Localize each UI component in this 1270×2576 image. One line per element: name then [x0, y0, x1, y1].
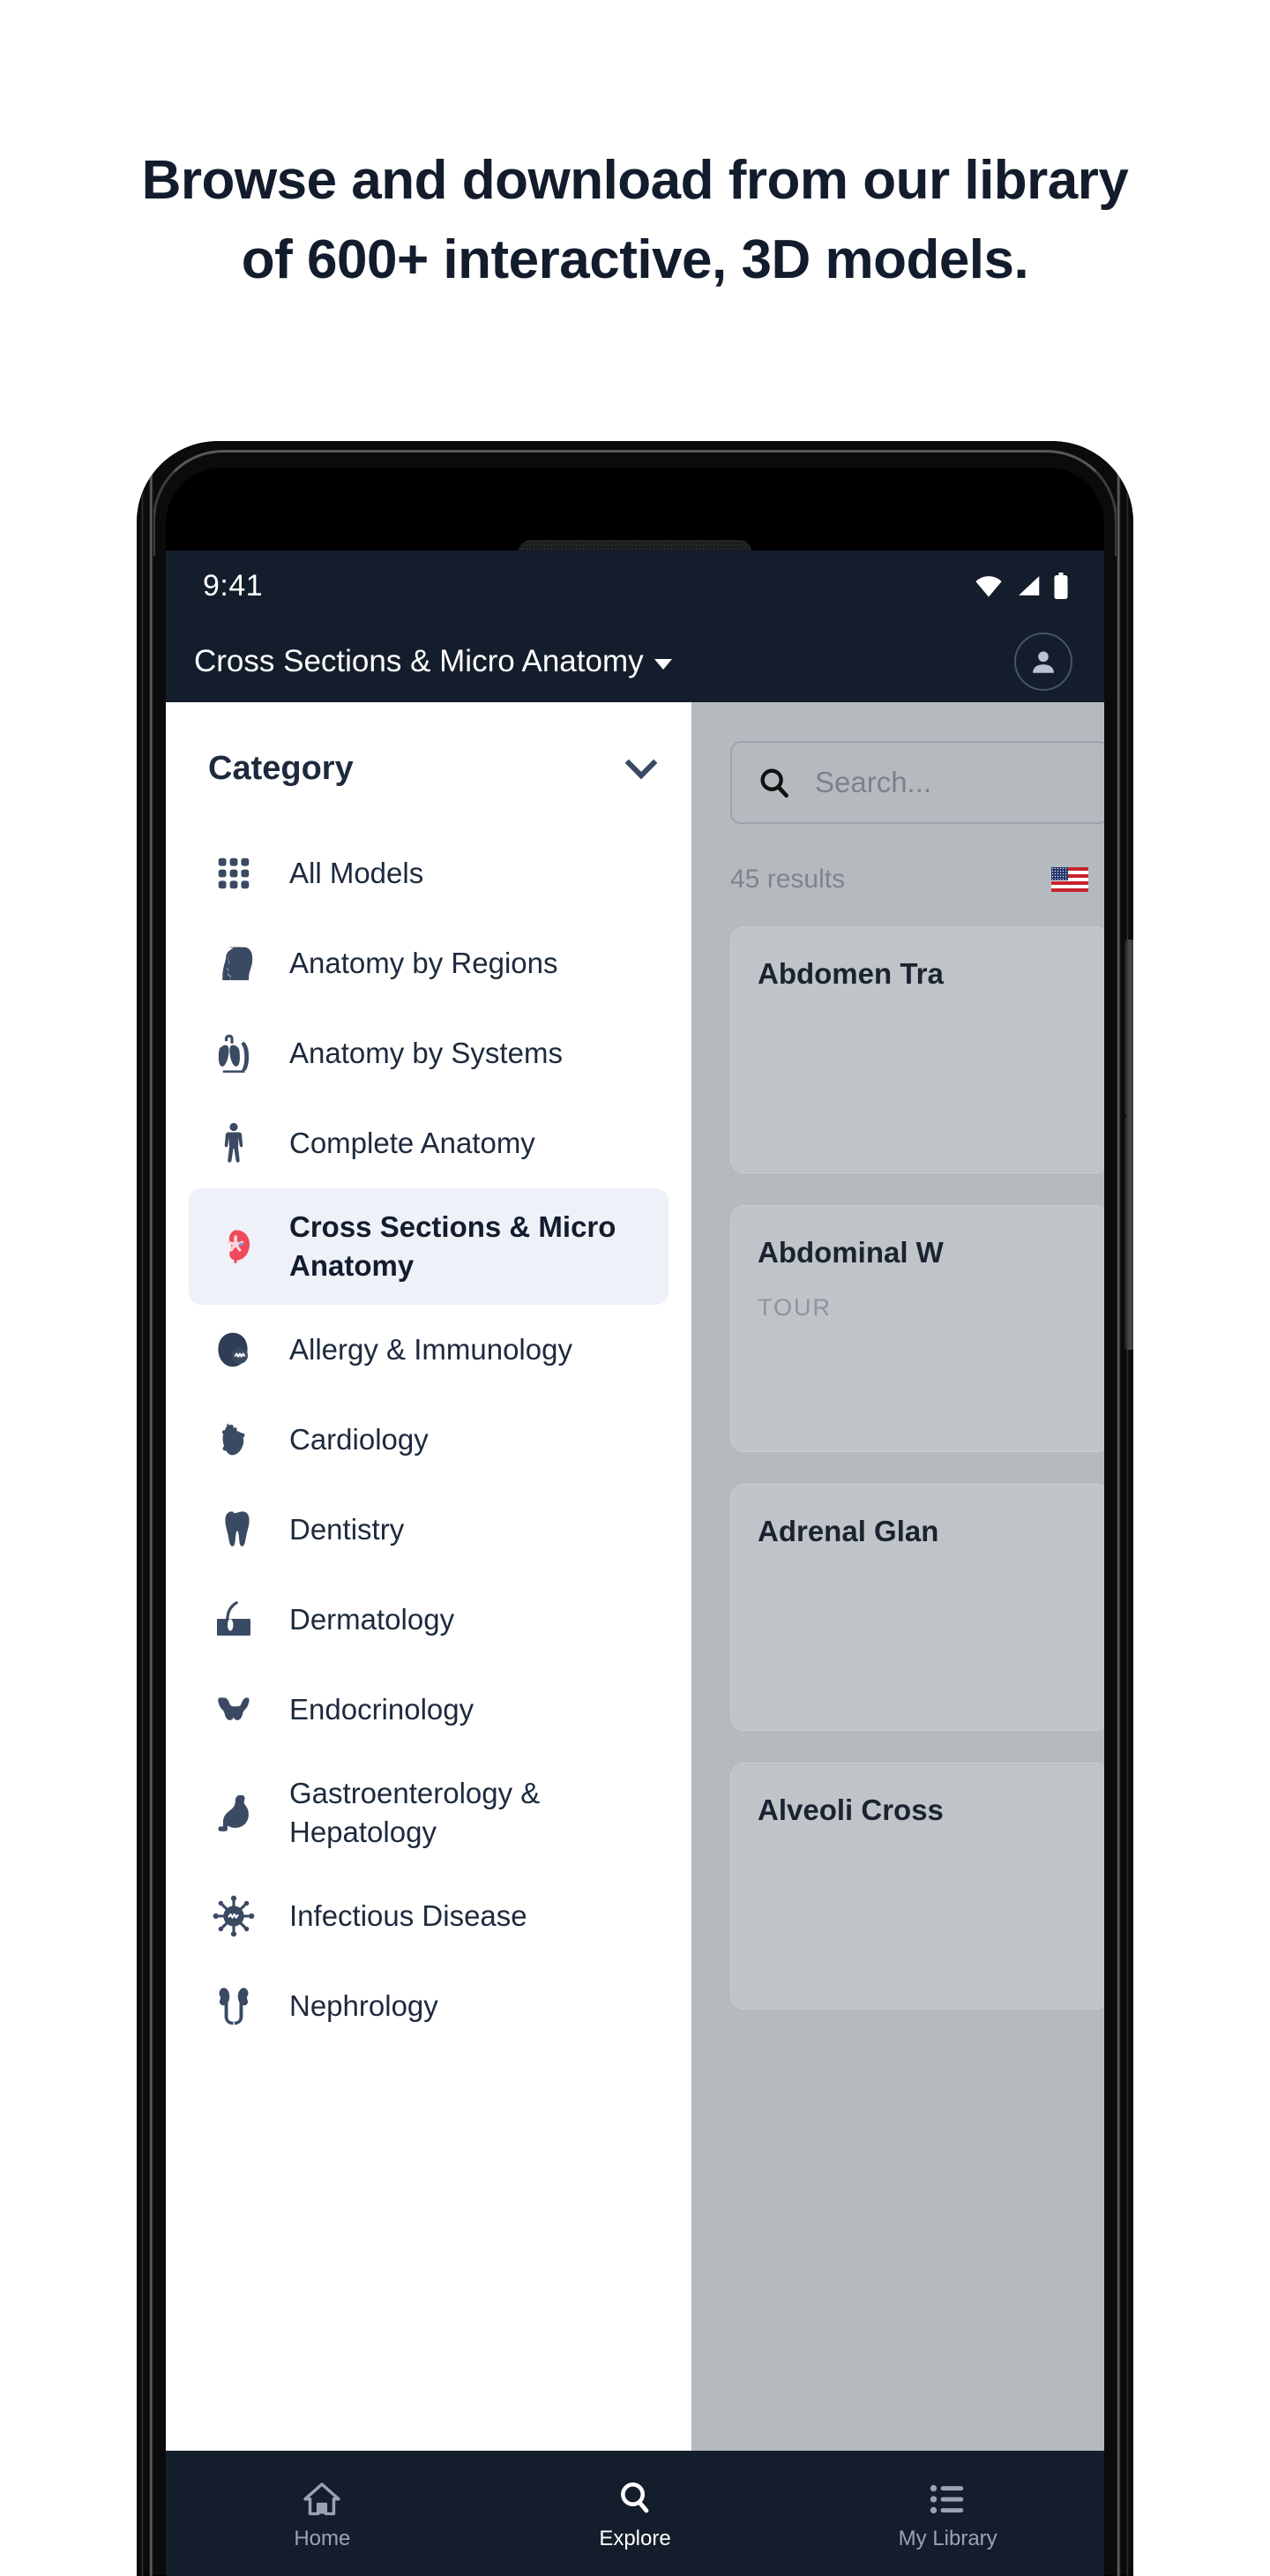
wifi-icon — [975, 576, 1002, 597]
battery-icon — [1054, 573, 1068, 599]
allergy-cell-icon — [208, 1324, 259, 1375]
account-avatar-icon — [1033, 651, 1054, 673]
results-count-label: 45 results — [730, 865, 846, 894]
sidebar-item-label: Cardiology — [289, 1423, 429, 1456]
head-profile-icon — [208, 938, 259, 989]
status-icon-group — [974, 573, 1069, 599]
full-body-icon — [208, 1118, 259, 1169]
sidebar-item-complete-anatomy[interactable]: Complete Anatomy — [189, 1098, 669, 1188]
nav-item-home[interactable]: Home — [166, 2475, 479, 2551]
nav-item-explore[interactable]: Explore — [479, 2475, 792, 2551]
sidebar-item-label: Infectious Disease — [289, 1899, 527, 1932]
kidneys-icon — [208, 1981, 259, 2032]
search-icon — [616, 2475, 654, 2516]
bottom-navigation: Home Explore My Library — [166, 2451, 1104, 2576]
home-icon — [303, 2475, 341, 2516]
phone-volume-button[interactable] — [1124, 940, 1133, 1116]
account-avatar-button[interactable] — [1014, 633, 1072, 691]
sidebar-item-anatomy-by-systems[interactable]: Anatomy by Systems — [189, 1008, 669, 1098]
nav-item-label: My Library — [898, 2527, 997, 2550]
app-bar-title: Cross Sections & Micro Anatomy — [194, 644, 644, 678]
hero-line-1: Browse and download from our library — [141, 150, 1129, 211]
kidney-cross-section-icon — [208, 1221, 259, 1272]
grid-icon — [208, 848, 259, 899]
sidebar-item-all-models[interactable]: All Models — [189, 828, 669, 918]
model-card-title: Abdominal W — [758, 1236, 944, 1269]
sidebar-item-nephrology[interactable]: Nephrology — [189, 1961, 669, 2051]
sidebar-item-cross-sections-micro-anatomy[interactable]: Cross Sections & Micro Anatomy — [189, 1188, 669, 1305]
sidebar-item-allergy-immunology[interactable]: Allergy & Immunology — [189, 1305, 669, 1395]
list-icon — [929, 2475, 967, 2516]
status-clock: 9:41 — [203, 568, 264, 603]
category-dropdown-button[interactable]: Cross Sections & Micro Anatomy — [194, 644, 672, 679]
phone-rail-outer-right — [1126, 441, 1129, 2576]
sidebar-item-label: Dentistry — [289, 1513, 405, 1546]
nav-item-my-library[interactable]: My Library — [791, 2475, 1104, 2551]
skin-follicle-icon — [208, 1594, 259, 1645]
sidebar-item-label: Nephrology — [289, 1989, 438, 2022]
content-area: Category All Models Anatomy by Regions A… — [166, 702, 1104, 2451]
app-root: 9:41 Cross Sections & Micro Anatomy Cate… — [166, 550, 1104, 2576]
hero-line-2: of 600+ interactive, 3D models. — [241, 229, 1029, 290]
results-pane: Search... 45 results Abdomen Tra Abdomin… — [691, 702, 1104, 2451]
sidebar-item-label: Cross Sections & Micro Anatomy — [289, 1210, 616, 1282]
phone-power-button[interactable] — [1124, 1116, 1133, 1350]
stomach-icon — [208, 1787, 259, 1838]
sidebar-item-label: Dermatology — [289, 1603, 455, 1636]
chevron-down-icon[interactable] — [624, 746, 658, 779]
sidebar-item-dermatology[interactable]: Dermatology — [189, 1575, 669, 1665]
phone-rail-outer-left — [141, 441, 144, 2576]
sidebar-item-endocrinology[interactable]: Endocrinology — [189, 1665, 669, 1755]
model-card-title: Abdomen Tra — [758, 957, 944, 990]
sidebar-item-label: Anatomy by Regions — [289, 947, 558, 979]
sidebar-item-label: All Models — [289, 857, 424, 889]
model-card[interactable]: Adrenal Glan — [730, 1484, 1104, 1731]
category-list: All Models Anatomy by Regions Anatomy by… — [166, 828, 691, 2051]
app-bar: Cross Sections & Micro Anatomy — [166, 621, 1104, 702]
us-flag-icon[interactable] — [1051, 867, 1088, 892]
sidebar-item-label: Endocrinology — [289, 1693, 474, 1726]
thyroid-icon — [208, 1684, 259, 1735]
caret-down-icon — [654, 658, 672, 670]
phone-screen: 9:41 Cross Sections & Micro Anatomy Cate… — [166, 468, 1104, 2576]
flag-canton — [1051, 867, 1068, 880]
tooth-icon — [208, 1504, 259, 1555]
search-icon — [760, 768, 788, 798]
phone-rail-right — [1117, 441, 1121, 2576]
sidebar-item-anatomy-by-regions[interactable]: Anatomy by Regions — [189, 918, 669, 1008]
nav-item-label: Explore — [599, 2527, 671, 2550]
sidebar-item-infectious-disease[interactable]: Infectious Disease — [189, 1871, 669, 1961]
sidebar-item-label: Allergy & Immunology — [289, 1333, 572, 1366]
sidebar-item-cardiology[interactable]: Cardiology — [189, 1395, 669, 1485]
category-header[interactable]: Category — [166, 702, 691, 828]
search-field[interactable]: Search... — [730, 741, 1104, 824]
sidebar-item-dentistry[interactable]: Dentistry — [189, 1485, 669, 1575]
nav-item-label: Home — [294, 2527, 351, 2550]
model-card-title: Adrenal Glan — [758, 1515, 939, 1547]
torso-lungs-icon — [208, 1028, 259, 1079]
category-header-label: Category — [208, 750, 354, 787]
model-card[interactable]: Alveoli Cross — [730, 1763, 1104, 2010]
heart-icon — [208, 1414, 259, 1465]
results-meta-row: 45 results — [730, 865, 1088, 895]
model-card-tag: TOUR — [758, 1294, 833, 1321]
sidebar-item-label: Gastroenterology & Hepatology — [289, 1777, 541, 1848]
status-bar: 9:41 — [166, 550, 1104, 621]
phone-mockup: 9:41 Cross Sections & Micro Anatomy Cate… — [137, 441, 1133, 2576]
sidebar-item-gastroenterology-hepatology[interactable]: Gastroenterology & Hepatology — [189, 1755, 669, 1871]
virus-icon — [208, 1891, 259, 1942]
model-card-title: Alveoli Cross — [758, 1793, 944, 1826]
category-sidebar[interactable]: Category All Models Anatomy by Regions A… — [166, 702, 691, 2451]
phone-rail-left — [149, 441, 153, 2576]
cellular-signal-icon — [1019, 576, 1040, 595]
model-card[interactable]: Abdominal W TOUR — [730, 1205, 1104, 1452]
phone-frame: 9:41 Cross Sections & Micro Anatomy Cate… — [137, 441, 1133, 2576]
hero-headline: Browse and download from our library of … — [0, 0, 1270, 300]
search-placeholder: Search... — [815, 766, 932, 798]
model-card[interactable]: Abdomen Tra — [730, 926, 1104, 1173]
sidebar-item-label: Anatomy by Systems — [289, 1037, 563, 1069]
sidebar-item-label: Complete Anatomy — [289, 1127, 535, 1159]
